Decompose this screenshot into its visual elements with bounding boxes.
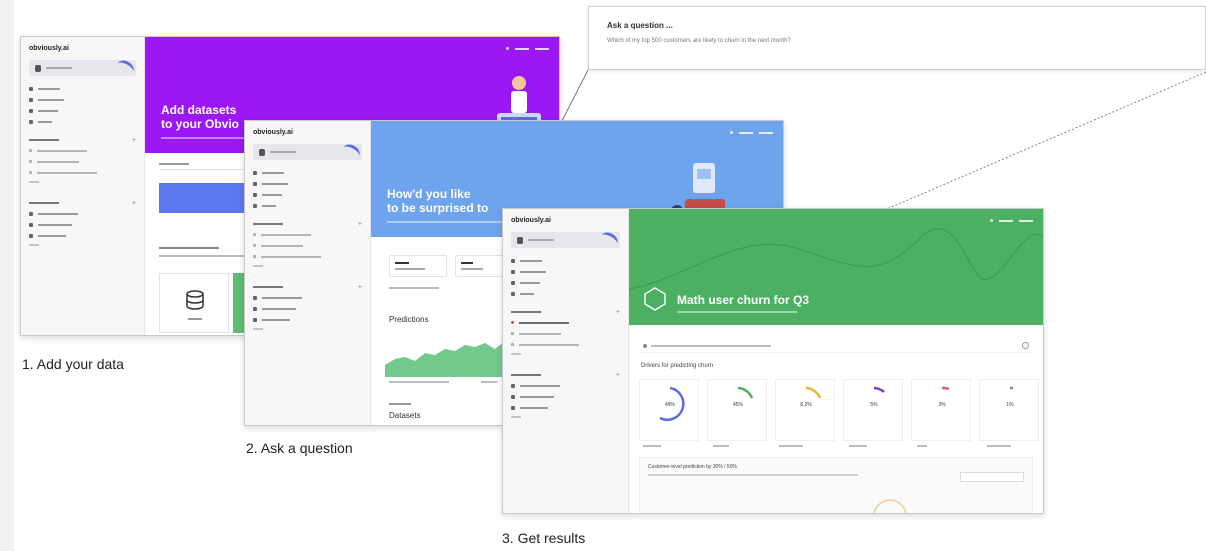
panel-chart-arc: [873, 499, 907, 513]
sidebar: obviously.ai + +: [503, 209, 629, 513]
screenshot-results: obviously.ai + + Math user churn for Q3: [502, 208, 1044, 514]
gauge-card[interactable]: 8.2%: [775, 379, 835, 441]
gauges-row: 49% 45% 8.2% 5% 3% 1%: [639, 379, 1039, 443]
user-chip[interactable]: [511, 229, 621, 251]
nav-item[interactable]: [29, 95, 136, 104]
nav-item[interactable]: [511, 289, 620, 298]
area-chart-preview: [385, 341, 505, 377]
settings-icon[interactable]: [1022, 342, 1029, 349]
callout-title: Ask a question ...: [607, 21, 673, 30]
column-dropdown[interactable]: [455, 255, 505, 277]
gauge-value: 3%: [938, 402, 946, 408]
nav-item[interactable]: [511, 267, 620, 276]
gauge-card[interactable]: 1%: [979, 379, 1039, 441]
prediction-panel: Customer-level prediction by 30% / 50%: [639, 457, 1033, 513]
nav-item[interactable]: [253, 179, 362, 188]
gauge-value: 45%: [732, 402, 743, 408]
database-card[interactable]: [159, 273, 229, 333]
nav-item[interactable]: [253, 190, 362, 199]
add-icon[interactable]: +: [358, 284, 362, 291]
step-2-caption: 2. Ask a question: [246, 440, 353, 456]
add-icon[interactable]: +: [132, 200, 136, 207]
nav-item[interactable]: [511, 256, 620, 265]
gauge-value: 8.2%: [800, 402, 812, 408]
datasets-label: Datasets: [389, 411, 421, 420]
nav-item[interactable]: [29, 117, 136, 126]
add-icon[interactable]: +: [132, 137, 136, 144]
gauge-value: 1%: [1006, 402, 1014, 408]
sidebar: obviously.ai + +: [21, 37, 145, 335]
add-icon[interactable]: +: [358, 221, 362, 228]
add-icon[interactable]: +: [616, 372, 620, 379]
gauge-value: 49%: [664, 402, 675, 408]
nav-item[interactable]: [253, 201, 362, 210]
user-chip[interactable]: [253, 141, 363, 163]
nav-item[interactable]: [29, 84, 136, 93]
panel-dropdown[interactable]: [960, 472, 1024, 482]
gauge-value: 5%: [870, 402, 878, 408]
question-callout: Ask a question ... Which of my top 500 c…: [588, 6, 1206, 70]
dataset-dropdown[interactable]: [389, 255, 447, 277]
gauge-card[interactable]: 3%: [911, 379, 971, 441]
hero-title-line-1: How'd you like: [387, 187, 471, 201]
step-1-caption: 1. Add your data: [22, 356, 124, 372]
step-3-caption: 3. Get results: [502, 530, 586, 546]
gauge-card[interactable]: 45%: [707, 379, 767, 441]
hexagon-icon: [644, 287, 666, 311]
app-logo: obviously.ai: [253, 129, 293, 136]
nav-item[interactable]: [29, 106, 136, 115]
hero-title-line-1: Add datasets: [161, 103, 237, 117]
gauge-card[interactable]: 49%: [639, 379, 699, 441]
callout-question: Which of my top 500 customers are likely…: [607, 38, 791, 44]
add-icon[interactable]: +: [616, 309, 620, 316]
page-left-border: [0, 0, 14, 551]
avatar: [35, 64, 41, 72]
hero-title-line-2: to be surprised to: [387, 201, 489, 215]
sidebar: obviously.ai + +: [245, 121, 371, 425]
hero-banner: Math user churn for Q3: [629, 209, 1043, 325]
hero-wave: [629, 228, 1043, 290]
nav-item[interactable]: [511, 278, 620, 287]
results-title: Math user churn for Q3: [677, 293, 810, 307]
avatar: [517, 236, 523, 244]
panel-title: Customer-level prediction by 30% / 50%: [648, 464, 737, 470]
app-logo: obviously.ai: [511, 217, 551, 224]
avatar: [259, 148, 265, 156]
nav-item-active[interactable]: [511, 318, 620, 327]
gauge-card[interactable]: 5%: [843, 379, 903, 441]
question-bar[interactable]: [639, 339, 1033, 353]
hero-title-line-2: to your Obvio: [161, 117, 239, 131]
predictions-label: Predictions: [389, 315, 429, 324]
app-logo: obviously.ai: [29, 45, 69, 52]
user-chip[interactable]: [29, 57, 137, 79]
database-icon: [186, 290, 204, 320]
nav-item[interactable]: [253, 168, 362, 177]
drivers-label: Drivers for predicting churn: [641, 363, 714, 369]
